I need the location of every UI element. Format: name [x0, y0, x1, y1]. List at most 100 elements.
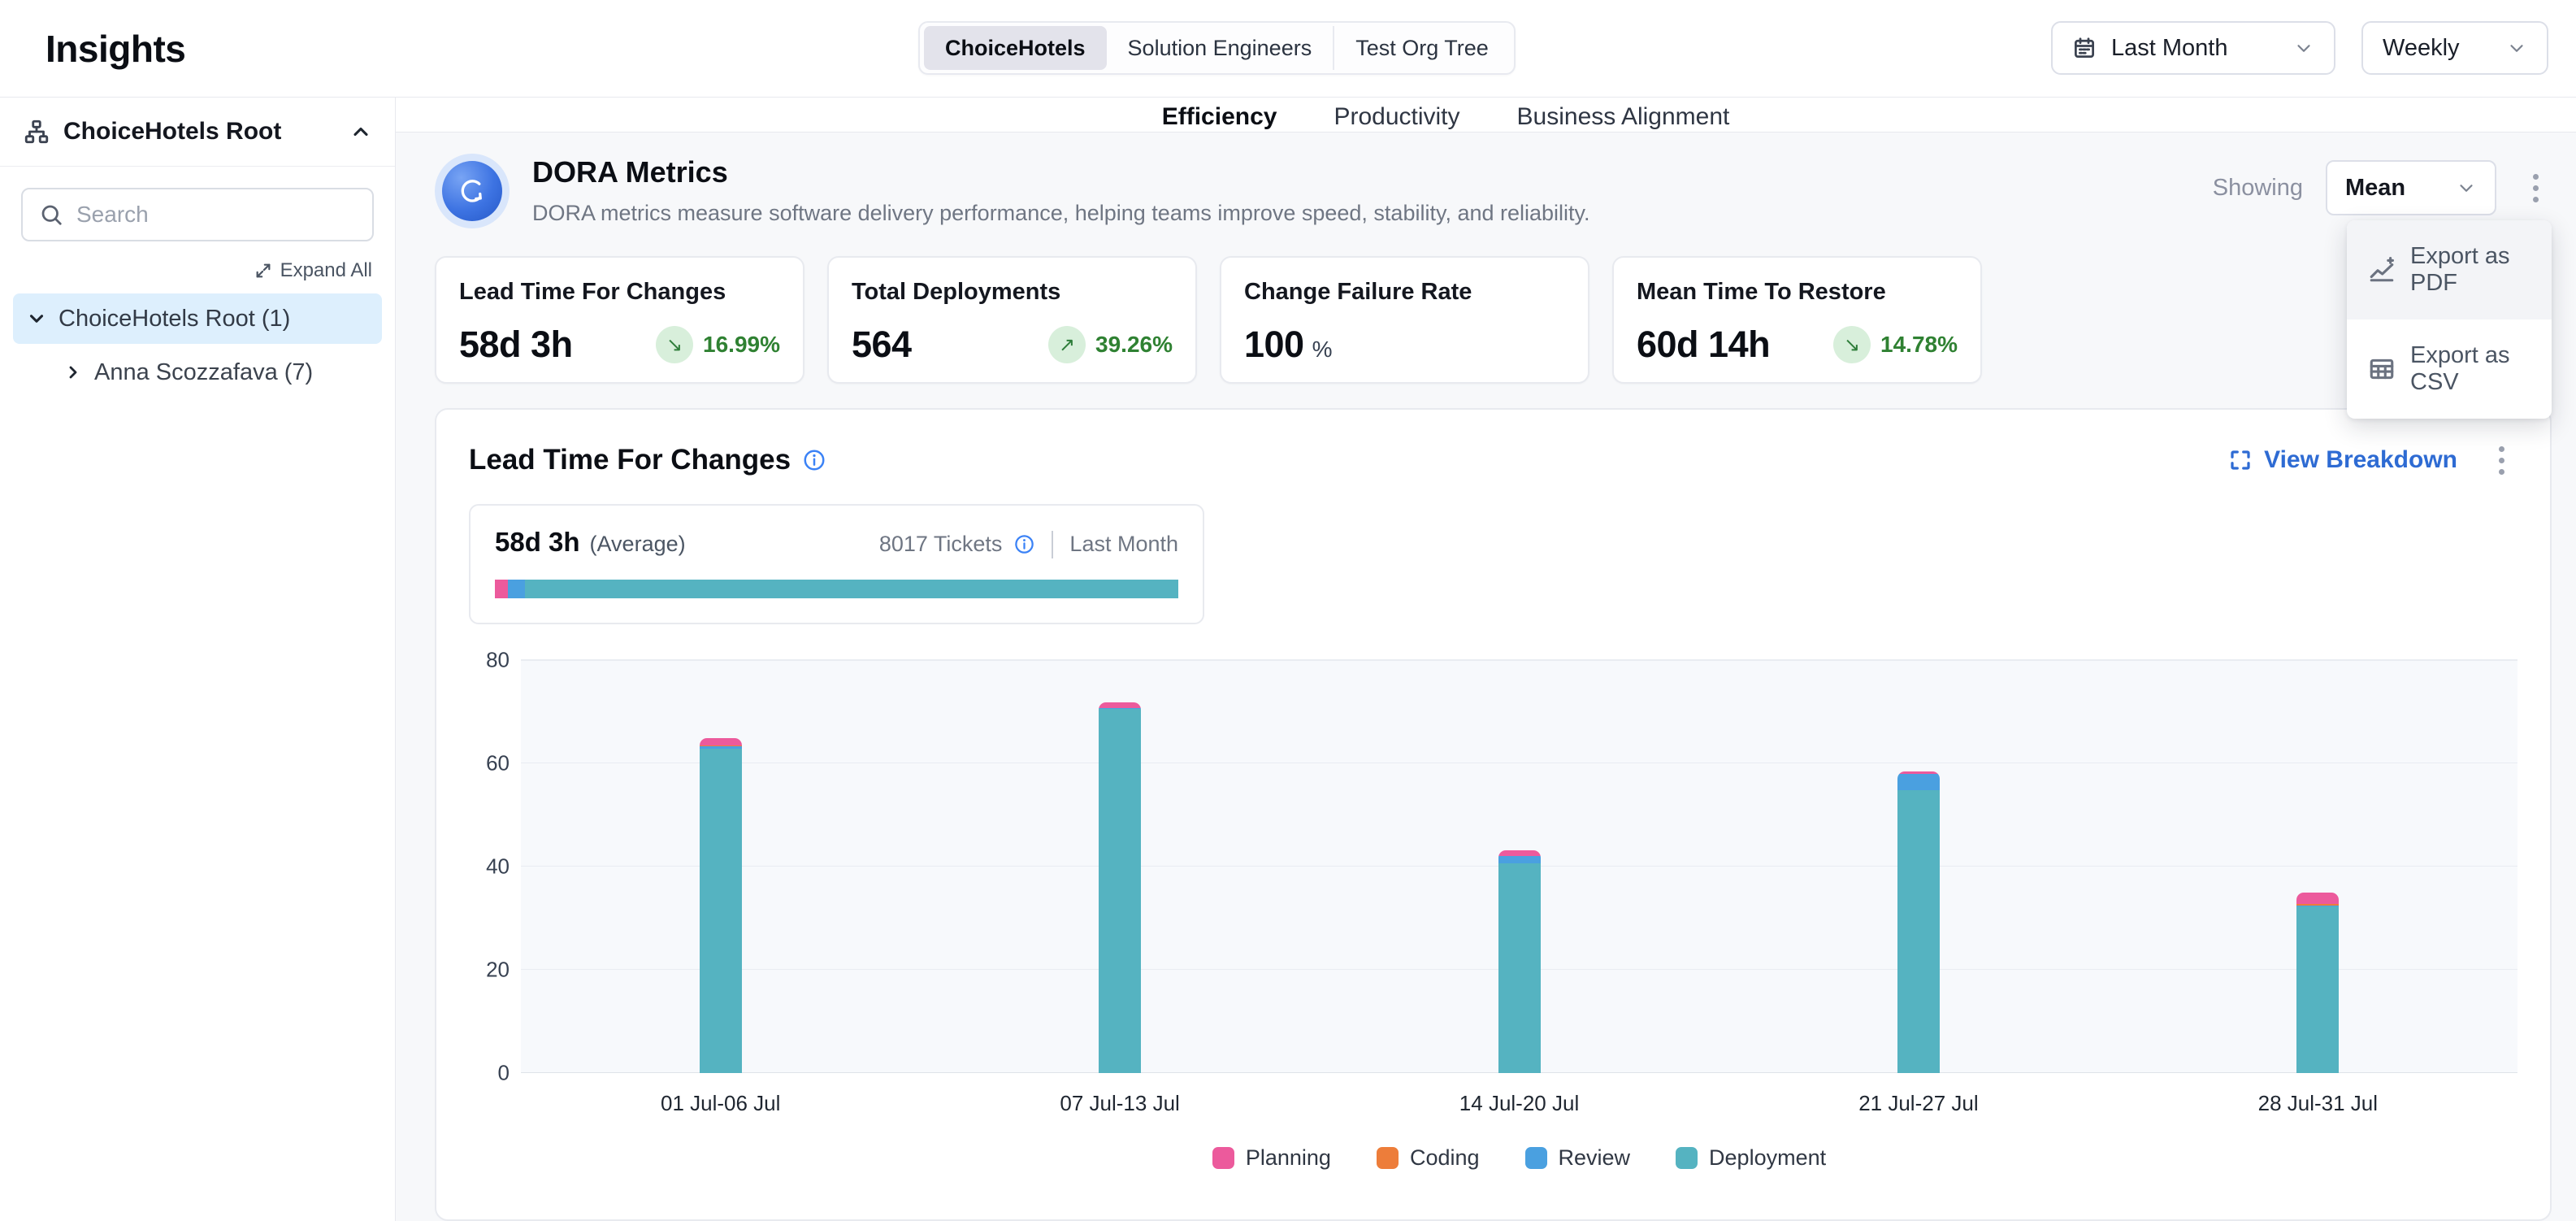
card-value: 564 — [852, 324, 912, 366]
org-tab-choicehotels[interactable]: ChoiceHotels — [924, 26, 1107, 70]
delta-badge: ↘ 16.99% — [656, 326, 780, 363]
chart-kebab-menu-icon[interactable] — [2485, 437, 2517, 483]
x-tick-label: 01 Jul-06 Jul — [521, 1091, 920, 1116]
bar-segment-deployment — [1498, 863, 1541, 1073]
card-total-deployments: Total Deployments 564 ↗ 39.26% — [827, 256, 1197, 384]
summary-value: 58d 3h — [495, 527, 580, 558]
table-icon — [2368, 355, 2396, 383]
chevron-right-icon[interactable] — [63, 363, 83, 382]
legend-item-review[interactable]: Review — [1525, 1145, 1631, 1171]
dora-kebab-menu-icon[interactable] — [2519, 165, 2552, 211]
view-breakdown-button[interactable]: View Breakdown — [2228, 446, 2457, 474]
cycle-icon — [442, 161, 502, 221]
legend-swatch — [1525, 1147, 1547, 1169]
card-value: 100 — [1244, 324, 1304, 366]
trend-down-icon: ↘ — [1833, 326, 1871, 363]
legend-label: Planning — [1246, 1145, 1331, 1171]
trend-down-icon: ↘ — [656, 326, 693, 363]
bar-segment-deployment — [1897, 790, 1940, 1073]
bar-segment-deployment — [2296, 906, 2339, 1072]
showing-dropdown[interactable]: Mean — [2326, 160, 2496, 215]
y-tick-label: 0 — [498, 1060, 510, 1085]
summary-qualifier: (Average) — [590, 532, 686, 557]
card-lead-time-for-changes: Lead Time For Changes 58d 3h ↘ 16.99% — [435, 256, 804, 384]
org-tree-icon — [23, 118, 50, 146]
x-tick-label: 07 Jul-13 Jul — [920, 1091, 1319, 1116]
ltc-summary-card: 58d 3h (Average) 8017 Tickets Last Month — [469, 504, 1204, 624]
y-tick-label: 20 — [486, 957, 510, 982]
phase-distribution-bar — [495, 580, 1178, 598]
x-axis-labels: 01 Jul-06 Jul07 Jul-13 Jul14 Jul-20 Jul2… — [521, 1091, 2517, 1116]
period-value: Last Month — [2111, 35, 2227, 62]
bar-segment-review — [1897, 774, 1940, 789]
export-csv-item[interactable]: Export as CSV — [2347, 319, 2552, 419]
gridline — [521, 659, 2517, 660]
tree-item-label: Anna Scozzafava (7) — [94, 359, 313, 386]
calendar-icon — [2072, 36, 2097, 60]
phase-segment-planning — [495, 580, 508, 598]
info-icon[interactable] — [802, 448, 826, 472]
bar-group — [521, 661, 920, 1073]
tree-item-choicehotels-root[interactable]: ChoiceHotels Root (1) — [13, 293, 382, 344]
granularity-dropdown[interactable]: Weekly — [2361, 21, 2548, 75]
tree-item-anna-scozzafava[interactable]: Anna Scozzafava (7) — [50, 347, 382, 398]
phase-segment-deployment — [525, 580, 1178, 598]
card-value: 60d 14h — [1637, 324, 1770, 366]
divider — [1052, 531, 1053, 558]
expand-corners-icon — [2228, 448, 2253, 472]
bar-segment-deployment — [700, 749, 742, 1073]
lead-time-chart-card: Lead Time For Changes — [435, 408, 2552, 1221]
card-mean-time-to-restore: Mean Time To Restore 60d 14h ↘ 14.78% — [1612, 256, 1982, 384]
x-tick-label: 28 Jul-31 Jul — [2118, 1091, 2517, 1116]
card-title: Total Deployments — [852, 279, 1173, 306]
delta-badge: ↗ 39.26% — [1048, 326, 1173, 363]
showing-label: Showing — [2213, 175, 2303, 202]
stacked-bar — [2296, 893, 2339, 1073]
info-icon[interactable] — [1013, 533, 1035, 555]
sidebar-header[interactable]: ChoiceHotels Root — [0, 98, 395, 167]
org-tab-solution-engineers[interactable]: Solution Engineers — [1107, 26, 1334, 70]
view-breakdown-label: View Breakdown — [2264, 446, 2457, 474]
period-dropdown[interactable]: Last Month — [2051, 21, 2335, 75]
export-pdf-item[interactable]: Export as PDF — [2347, 220, 2552, 319]
y-axis: 020406080 — [469, 660, 521, 1073]
expand-all-icon — [254, 262, 272, 280]
expand-all-button[interactable]: Expand All — [0, 259, 372, 282]
chart-legend: Planning Coding Review Deployment — [521, 1145, 2517, 1171]
bar-segment-deployment — [1099, 709, 1141, 1072]
legend-item-coding[interactable]: Coding — [1377, 1145, 1480, 1171]
legend-swatch — [1377, 1147, 1399, 1169]
content-area: DORA Metrics DORA metrics measure softwa… — [396, 133, 2576, 1221]
view-tabs: Efficiency Productivity Business Alignme… — [396, 98, 2576, 133]
stacked-bar — [1897, 771, 1940, 1073]
y-tick-label: 60 — [486, 750, 510, 776]
legend-swatch — [1212, 1147, 1234, 1169]
sidebar-search — [21, 188, 374, 241]
bar-segment-planning — [2296, 893, 2339, 904]
tree-item-label: ChoiceHotels Root (1) — [59, 306, 290, 332]
delta-value: 14.78% — [1880, 332, 1958, 358]
granularity-value: Weekly — [2383, 35, 2460, 62]
lead-time-bar-chart: 020406080 01 Jul-06 Jul07 Jul-13 Jul14 J… — [469, 660, 2517, 1171]
chevron-down-icon — [2506, 37, 2527, 59]
legend-label: Deployment — [1709, 1145, 1826, 1171]
legend-item-planning[interactable]: Planning — [1212, 1145, 1331, 1171]
chevron-down-icon[interactable] — [26, 308, 47, 329]
search-input[interactable] — [76, 202, 356, 228]
y-tick-label: 80 — [486, 647, 510, 672]
org-tab-test-org-tree[interactable]: Test Org Tree — [1333, 26, 1510, 70]
card-title: Mean Time To Restore — [1637, 279, 1958, 306]
dora-icon-ring — [435, 154, 510, 228]
search-icon — [39, 202, 63, 227]
bar-group — [1719, 661, 2118, 1073]
bar-segment-planning — [700, 738, 742, 745]
chevron-up-icon[interactable] — [349, 120, 372, 143]
chart-line-icon — [2368, 256, 2396, 284]
stacked-bar — [700, 738, 742, 1072]
legend-item-deployment[interactable]: Deployment — [1676, 1145, 1826, 1171]
summary-period: Last Month — [1069, 532, 1178, 557]
top-controls: Last Month Weekly — [2051, 21, 2548, 75]
y-tick-label: 40 — [486, 854, 510, 879]
metric-cards: Lead Time For Changes 58d 3h ↘ 16.99% To… — [435, 256, 2003, 384]
page-title: Insights — [0, 27, 185, 71]
